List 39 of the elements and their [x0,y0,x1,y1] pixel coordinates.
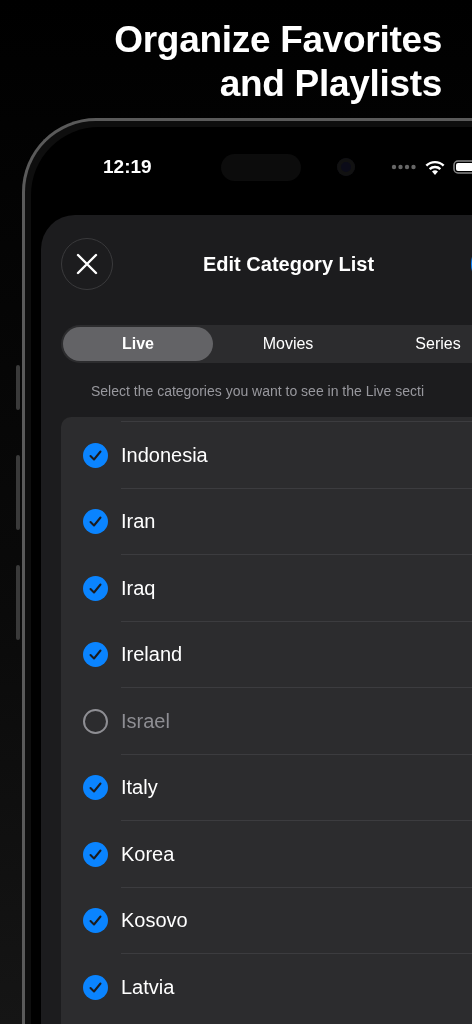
category-name: Ireland [121,643,183,667]
checkbox[interactable] [83,908,108,934]
checkmark-icon [89,516,102,528]
close-button[interactable] [61,238,113,290]
checkmark-icon [89,915,102,927]
hint-text: Select the categories you want to see in the Live secti [91,383,426,401]
category-name: Indonesia [121,443,208,467]
checkbox[interactable] [83,642,108,668]
checkmark-icon [89,449,102,461]
category-name: Kosovo [121,909,188,933]
category-name: Korea [121,842,175,866]
checkbox[interactable] [83,442,108,468]
category-name: Iraq [121,576,156,600]
checkbox[interactable] [83,509,108,535]
category-name: Latvia [121,975,175,999]
checkbox[interactable] [83,974,108,1000]
camera-icon [337,158,355,176]
checkmark-icon [89,848,102,860]
checkbox[interactable] [83,708,108,734]
tab[interactable]: Series [363,327,472,361]
category-name: Iran [121,510,156,534]
checkbox[interactable] [83,775,108,801]
signal-icon [391,164,417,170]
category-name: Italy [121,776,158,800]
status-time: 12:19 [103,156,153,178]
sheet-title: Edit Category List [203,252,375,276]
wifi-icon [425,159,445,175]
checkmark-icon [89,782,102,794]
close-icon [76,253,98,275]
checkbox[interactable] [83,841,108,867]
tab[interactable]: Movies [213,327,363,361]
checkmark-icon [89,649,102,661]
headline: Organize Favorites [114,18,442,62]
headline: and Playlists [219,62,442,106]
tab[interactable]: Live [63,327,213,361]
checkmark-icon [89,582,102,594]
checkmark-icon [89,981,102,993]
category-name: Israel [121,709,170,733]
checkbox[interactable] [83,575,108,601]
